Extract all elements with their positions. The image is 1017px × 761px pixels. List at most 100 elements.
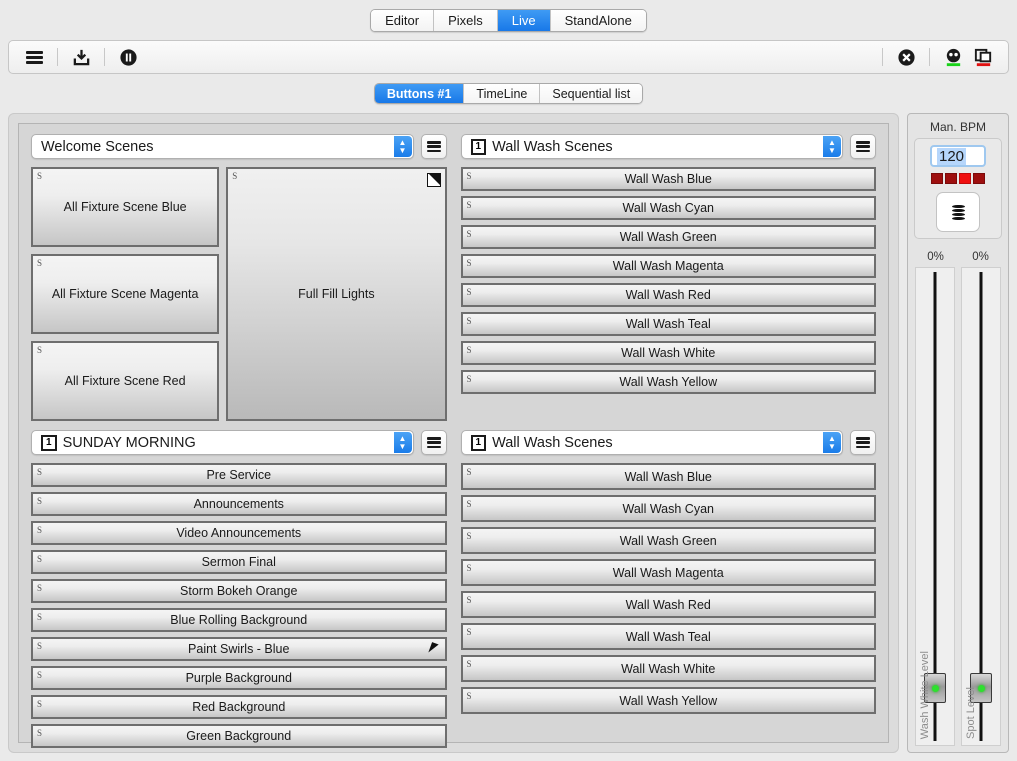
scene-s-icon: S	[37, 496, 43, 506]
scene-button[interactable]: S Sermon Final	[31, 550, 447, 574]
scene-button-label: Wall Wash White	[621, 346, 716, 360]
close-circle-icon[interactable]	[891, 44, 921, 70]
scene-button[interactable]: S Purple Background	[31, 666, 447, 690]
fader-track	[933, 272, 937, 741]
chevron-updown-icon[interactable]: ▲ ▼	[823, 136, 841, 157]
toolbar-divider-3	[882, 48, 883, 66]
wall-wash-top-menu-button[interactable]	[850, 134, 876, 159]
gradient-resize-icon[interactable]	[426, 173, 441, 187]
scene-button[interactable]: S Wall Wash Yellow	[460, 370, 876, 394]
welcome-scenes-combo[interactable]: Welcome Scenes ▲ ▼	[31, 134, 414, 159]
scene-button[interactable]: S Wall Wash Green	[460, 225, 876, 249]
scene-button[interactable]: S Wall Wash Cyan	[460, 196, 876, 220]
scene-button[interactable]: S Wall Wash Magenta	[460, 559, 876, 586]
scene-button[interactable]: S Pre Service	[31, 463, 447, 487]
scene-button[interactable]: S Announcements	[31, 492, 447, 516]
scene-button[interactable]: S Storm Bokeh Orange	[31, 579, 447, 603]
scene-s-icon: S	[37, 554, 43, 564]
top-row: Welcome Scenes ▲ ▼ S All Fixture Scene Bl…	[31, 134, 876, 421]
sunday-morning-combo[interactable]: 1 SUNDAY MORNING ▲ ▼	[31, 430, 414, 455]
scene-s-icon: S	[466, 499, 472, 509]
buttons-page-inner: Welcome Scenes ▲ ▼ S All Fixture Scene Bl…	[18, 123, 889, 748]
top-tab-live[interactable]: Live	[497, 9, 551, 31]
scene-button[interactable]: S Video Announcements	[31, 521, 447, 545]
hamburger-menu-icon	[856, 141, 870, 152]
buttons-page: Welcome Scenes ▲ ▼ S All Fixture Scene Bl…	[8, 113, 899, 753]
top-tab-pixels[interactable]: Pixels	[434, 9, 498, 31]
fader-percent-row: 0% 0%	[913, 251, 1003, 263]
scene-button[interactable]: S Wall Wash Blue	[460, 463, 876, 490]
scene-button-label: Wall Wash White	[621, 661, 716, 676]
mode-segmented-control[interactable]: Editor Pixels Live StandAlone	[370, 8, 647, 32]
blackout-icon[interactable]	[938, 44, 968, 70]
scene-button-label: Wall Wash Teal	[625, 629, 711, 644]
scene-button[interactable]: S All Fixture Scene Magenta	[31, 254, 220, 334]
top-tab-editor[interactable]: Editor	[371, 9, 435, 31]
scene-button[interactable]: S Wall Wash White	[460, 341, 876, 365]
scene-button[interactable]: S Wall Wash Magenta	[460, 254, 876, 278]
scene-s-icon: S	[37, 258, 43, 268]
chevron-updown-icon[interactable]: ▲ ▼	[393, 432, 412, 453]
scene-button-label: Wall Wash Magenta	[612, 259, 724, 273]
pause-icon[interactable]	[113, 44, 143, 70]
tab-sequential-list[interactable]: Sequential list	[540, 84, 643, 103]
bpm-panel-label: Man. BPM	[929, 120, 986, 134]
scene-button-label: Announcements	[193, 497, 284, 511]
window-duplicate-icon[interactable]	[968, 44, 998, 70]
welcome-scenes-menu-button[interactable]	[420, 134, 447, 159]
fader-wash-white-level[interactable]: Wash White Level	[915, 267, 955, 746]
toolbar-divider	[57, 48, 58, 66]
welcome-scenes-title: Welcome Scenes	[41, 138, 154, 155]
hamburger-menu-icon	[426, 141, 441, 152]
scene-button[interactable]: S Wall Wash Teal	[460, 312, 876, 336]
scene-button[interactable]: S All Fixture Scene Red	[31, 341, 220, 421]
scene-button-label: Wall Wash Blue	[624, 469, 712, 484]
chevron-updown-icon[interactable]: ▲ ▼	[823, 432, 841, 453]
scene-button[interactable]: S Wall Wash Yellow	[460, 687, 876, 714]
scene-button[interactable]: S Green Background	[31, 724, 447, 748]
welcome-scenes-grid: S All Fixture Scene Blue S All Fixture S…	[31, 167, 447, 421]
fader-percent-spot: 0%	[972, 251, 989, 263]
chevron-updown-icon[interactable]: ▲ ▼	[393, 136, 412, 157]
scene-button[interactable]: S Wall Wash Cyan	[460, 495, 876, 522]
tap-tempo-drum-icon	[951, 204, 965, 220]
scene-button-paint-swirls-blue[interactable]: S Paint Swirls - Blue	[31, 637, 447, 661]
tab-buttons-1[interactable]: Buttons #1	[374, 84, 465, 103]
scene-button[interactable]: S Wall Wash Red	[460, 591, 876, 618]
page-tabs-group[interactable]: Buttons #1 TimeLine Sequential list	[373, 83, 644, 104]
fader-track	[979, 272, 983, 741]
wall-wash-top-combo[interactable]: 1 Wall Wash Scenes ▲ ▼	[460, 134, 843, 159]
page-badge: 1	[470, 138, 487, 155]
bpm-input[interactable]: 120	[930, 145, 986, 167]
wall-wash-bottom-combo[interactable]: 1 Wall Wash Scenes ▲ ▼	[460, 430, 843, 455]
tap-tempo-button[interactable]	[936, 192, 980, 232]
save-download-icon[interactable]	[66, 44, 96, 70]
scene-button[interactable]: S Wall Wash Red	[460, 283, 876, 307]
scene-button[interactable]: S Wall Wash Green	[460, 527, 876, 554]
full-fill-column: S Full Fill Lights	[226, 167, 447, 421]
scene-button-label: Wall Wash Magenta	[612, 565, 724, 580]
top-tab-standalone[interactable]: StandAlone	[550, 9, 646, 31]
scene-button-full-fill-lights[interactable]: S Full Fill Lights	[226, 167, 447, 421]
scene-button[interactable]: S Blue Rolling Background	[31, 608, 447, 632]
sunday-morning-menu-button[interactable]	[420, 430, 447, 455]
fader-spot-level[interactable]: Spot Level	[961, 267, 1001, 746]
scene-button[interactable]: S Wall Wash Blue	[460, 167, 876, 191]
scene-button-label: Wall Wash Blue	[624, 172, 712, 186]
bpm-fader-panel: Man. BPM 120 0% 0% Wash White Level Spot…	[907, 113, 1009, 753]
tab-timeline[interactable]: TimeLine	[464, 84, 541, 103]
scene-button[interactable]: S Wall Wash White	[460, 655, 876, 682]
fader-group: Wash White Level Spot Level	[913, 267, 1003, 746]
hamburger-menu-icon[interactable]	[19, 44, 49, 70]
scene-button-label: Purple Background	[185, 671, 292, 685]
scene-button-label: All Fixture Scene Blue	[63, 200, 187, 214]
scene-s-icon: S	[37, 641, 43, 651]
wall-wash-bottom-menu-button[interactable]	[850, 430, 876, 455]
scene-button[interactable]: S All Fixture Scene Blue	[31, 167, 220, 247]
sunday-morning-list: S Pre Service S Announcements S Video Annou…	[31, 463, 447, 748]
scene-button[interactable]: S Red Background	[31, 695, 447, 719]
page-tab-bar: Buttons #1 TimeLine Sequential list	[0, 83, 1017, 104]
scene-button-label: Wall Wash Red	[625, 288, 711, 302]
scene-button[interactable]: S Wall Wash Teal	[460, 623, 876, 650]
main-toolbar	[8, 40, 1009, 74]
